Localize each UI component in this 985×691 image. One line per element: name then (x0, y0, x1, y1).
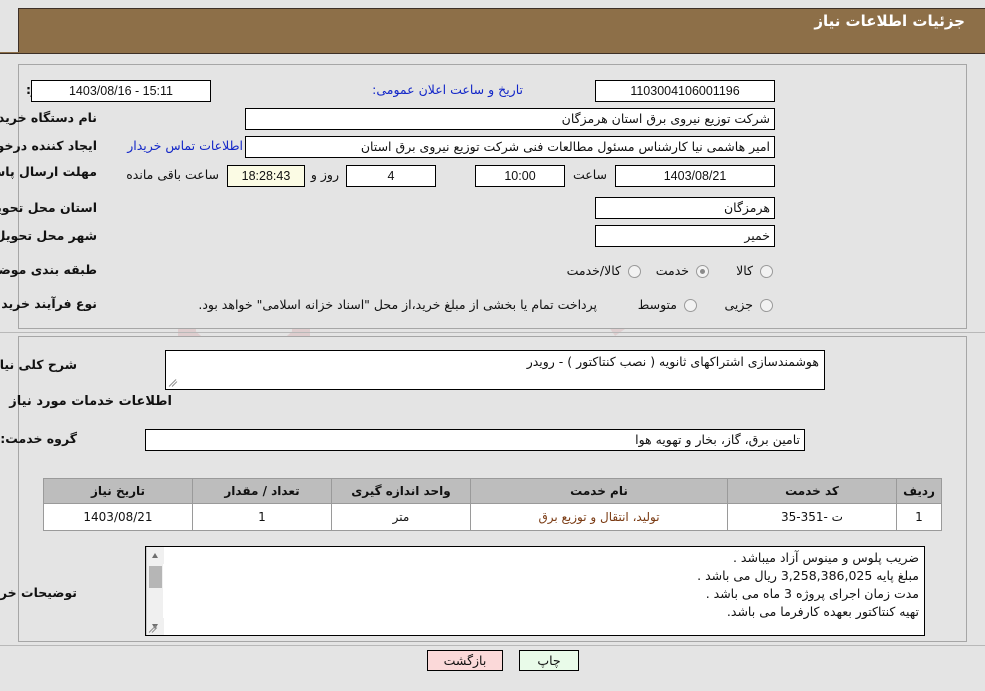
buyer-notes-label: توضیحات خریدار: (0, 585, 77, 600)
radio-process-motevaset[interactable] (684, 299, 697, 312)
th-quantity: تعداد / مقدار (192, 478, 332, 504)
city-value: خمیر (595, 225, 775, 247)
radio-classification-kala-khedmat-label: کالا/خدمت (566, 263, 621, 278)
radio-classification-kala-khedmat[interactable] (628, 265, 641, 278)
radio-classification-khedmat[interactable] (696, 265, 709, 278)
need-summary-label: شرح کلی نیاز: (0, 357, 77, 372)
scrollbar-thumb[interactable] (149, 566, 162, 588)
remaining-time-label: ساعت باقی مانده (126, 167, 219, 182)
buyer-notes-textarea[interactable]: ضریب پلوس و مینوس آزاد میباشد . مبلغ پای… (145, 546, 925, 636)
td-service-code: ت -351-35 (727, 503, 897, 531)
buyer-org-value: شرکت توزیع نیروی برق استان هرمزگان (245, 108, 775, 130)
province-value: هرمزگان (595, 197, 775, 219)
province-label: استان محل تحویل: (0, 200, 97, 215)
remaining-days-value: 4 (346, 165, 436, 187)
deadline-label: مهلت ارسال پاسخ: تا تاریخ: (0, 164, 97, 179)
radio-process-jozei-label: جزیی (724, 297, 753, 312)
page-root: AriaTender.net جزئیات اطلاعات نیاز شماره… (0, 0, 985, 691)
scroll-up-icon[interactable] (147, 547, 164, 564)
resize-grip-icon[interactable] (148, 623, 159, 634)
need-summary-value: هوشمندسازی اشتراکهای ثانویه ( نصب کنتاکت… (526, 354, 819, 369)
requester-label: ایجاد کننده درخواست: (0, 138, 97, 153)
header-left-cap (0, 8, 19, 52)
radio-classification-kala[interactable] (760, 265, 773, 278)
buyer-contact-link[interactable]: اطلاعات تماس خریدار (127, 138, 243, 153)
city-label: شهر محل تحویل: (0, 228, 97, 243)
td-unit: متر (331, 503, 471, 531)
td-quantity: 1 (192, 503, 332, 531)
print-button[interactable]: چاپ (519, 650, 579, 671)
th-need-date: تاریخ نیاز (43, 478, 193, 504)
need-number-value: 1103004106001196 (595, 80, 775, 102)
td-row-no: 1 (896, 503, 942, 531)
page-title: جزئیات اطلاعات نیاز (814, 12, 965, 30)
th-service-name: نام خدمت (470, 478, 728, 504)
footer-divider (0, 645, 985, 646)
back-button[interactable]: بازگشت (427, 650, 503, 671)
deadline-hour-label: ساعت (572, 167, 607, 182)
buyer-notes-value: ضریب پلوس و مینوس آزاد میباشد . مبلغ پای… (697, 550, 919, 619)
radio-process-motevaset-label: متوسط (637, 297, 677, 312)
radio-classification-khedmat-label: خدمت (655, 263, 689, 278)
announce-datetime-label: تاریخ و ساعت اعلان عمومی: (372, 82, 523, 97)
payment-note: پرداخت تمام یا بخشی از مبلغ خرید،از محل … (198, 297, 597, 312)
deadline-hour-value: 10:00 (475, 165, 565, 187)
radio-classification-kala-label: کالا (736, 263, 753, 278)
remaining-days-label: روز و (310, 167, 339, 182)
process-label: نوع فرآیند خرید : (0, 296, 97, 311)
service-group-value: تامین برق، گاز، بخار و تهویه هوا (145, 429, 805, 451)
panel-divider (0, 332, 985, 333)
resize-grip-icon[interactable] (168, 377, 179, 388)
table-header-row: ردیف کد خدمت نام خدمت واحد اندازه گیری ت… (43, 478, 942, 504)
th-service-code: کد خدمت (727, 478, 897, 504)
remaining-time-value: 18:28:43 (227, 165, 305, 187)
requester-value: امیر هاشمی نیا کارشناس مسئول مطالعات فنی… (245, 136, 775, 158)
th-row-no: ردیف (896, 478, 942, 504)
need-info-panel (18, 64, 967, 329)
services-table: ردیف کد خدمت نام خدمت واحد اندازه گیری ت… (43, 478, 942, 531)
td-service-name: تولید، انتقال و توزیع برق (470, 503, 728, 531)
th-unit: واحد اندازه گیری (331, 478, 471, 504)
radio-process-jozei[interactable] (760, 299, 773, 312)
classification-label: طبقه بندی موضوعی: (0, 262, 97, 277)
need-summary-textarea[interactable]: هوشمندسازی اشتراکهای ثانویه ( نصب کنتاکت… (165, 350, 825, 390)
announce-datetime-value: 1403/08/16 - 15:11 (31, 80, 211, 102)
service-group-label: گروه خدمت: (0, 431, 77, 446)
table-row[interactable]: 1 ت -351-35 تولید، انتقال و توزیع برق مت… (43, 503, 942, 531)
services-section-title: اطلاعات خدمات مورد نیاز (9, 394, 172, 409)
td-need-date: 1403/08/21 (43, 503, 193, 531)
deadline-date-value: 1403/08/21 (615, 165, 775, 187)
notes-scrollbar[interactable] (146, 547, 164, 635)
buyer-org-label: نام دستگاه خریدار: (0, 110, 97, 125)
